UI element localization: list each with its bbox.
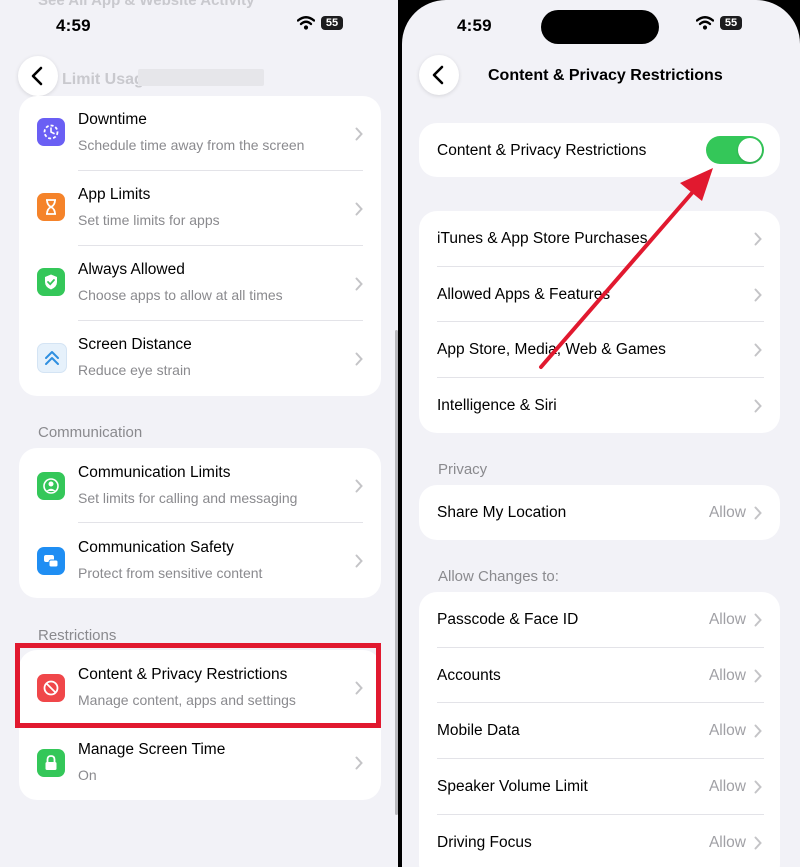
status-icons: 55 — [297, 16, 343, 30]
row-title: Screen Distance — [78, 336, 192, 353]
screen-distance-icon — [37, 343, 67, 373]
status-time: 4:59 — [56, 16, 91, 35]
communication-limits-row[interactable]: Communication Limits Set limits for call… — [19, 448, 381, 523]
row-title: Communication Limits — [78, 464, 231, 481]
left-screen: See All App & Website Activity 4:59 55 L… — [0, 0, 398, 867]
chevron-right-icon — [355, 479, 363, 493]
row-subtitle: Set limits for calling and messaging — [78, 490, 298, 506]
highlight-box — [15, 643, 381, 728]
downtime-row[interactable]: Downtime Schedule time away from the scr… — [19, 96, 381, 171]
always-allowed-row[interactable]: Always Allowed Choose apps to allow at a… — [19, 246, 381, 321]
row-subtitle: Choose apps to allow at all times — [78, 287, 283, 303]
chevron-right-icon — [355, 554, 363, 568]
row-subtitle: Protect from sensitive content — [78, 565, 263, 581]
chat-bubbles-icon — [37, 547, 65, 575]
checkmark-shield-icon — [37, 268, 65, 296]
chevron-right-icon — [355, 756, 363, 770]
lock-icon — [37, 749, 65, 777]
red-arrow-annotation — [539, 168, 713, 369]
faded-top-text: See All App & Website Activity — [38, 0, 255, 9]
hourglass-icon — [37, 193, 65, 221]
chevron-right-icon — [355, 277, 363, 291]
screen-distance-row[interactable]: Screen Distance Reduce eye strain — [19, 321, 381, 396]
row-subtitle: Schedule time away from the screen — [78, 137, 305, 153]
chevron-right-icon — [355, 127, 363, 141]
wifi-icon — [297, 16, 315, 30]
right-screen: 4:59 55 Content & Privacy Restrictions C… — [402, 0, 800, 867]
row-title: Always Allowed — [78, 261, 185, 278]
communication-card: Communication Limits Set limits for call… — [19, 448, 381, 598]
scrollbar[interactable] — [395, 330, 398, 815]
chevron-right-icon — [355, 202, 363, 216]
restrictions-section-header: Restrictions — [38, 627, 117, 644]
communication-section-header: Communication — [38, 424, 143, 441]
limit-usage-card: Downtime Schedule time away from the scr… — [19, 96, 381, 396]
row-title: Communication Safety — [78, 539, 234, 556]
redacted-text — [138, 69, 264, 86]
chevron-left-icon — [31, 66, 43, 86]
person-circle-icon — [37, 472, 65, 500]
row-title: Downtime — [78, 111, 147, 128]
row-subtitle: Set time limits for apps — [78, 212, 220, 228]
manage-screen-time-row[interactable]: Manage Screen Time On — [19, 725, 381, 800]
downtime-icon — [37, 118, 65, 146]
communication-safety-row[interactable]: Communication Safety Protect from sensit… — [19, 523, 381, 598]
app-limits-row[interactable]: App Limits Set time limits for apps — [19, 171, 381, 246]
back-button[interactable] — [18, 56, 58, 96]
row-subtitle: On — [78, 767, 97, 783]
row-title: Manage Screen Time — [78, 741, 226, 758]
battery-indicator: 55 — [321, 16, 343, 30]
row-title: App Limits — [78, 186, 151, 203]
chevron-right-icon — [355, 352, 363, 366]
row-subtitle: Reduce eye strain — [78, 362, 191, 378]
